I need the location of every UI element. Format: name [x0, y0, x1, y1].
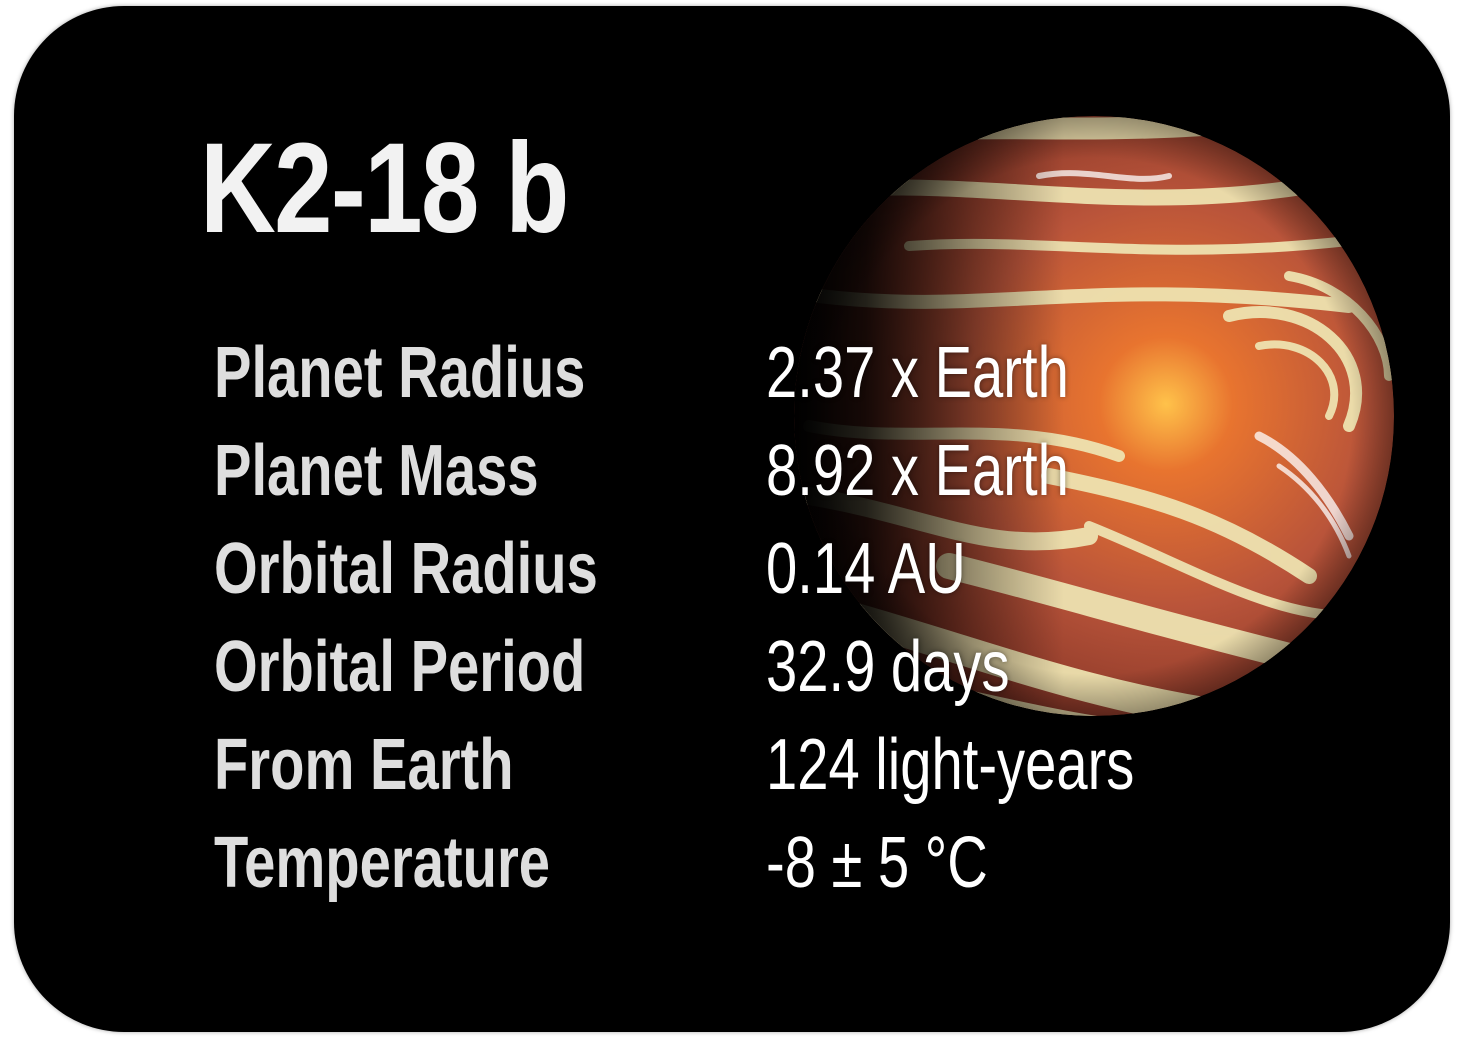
fact-row-from-earth: From Earth 124 light-years — [14, 720, 1450, 810]
fact-value: 8.92 x Earth — [766, 431, 1069, 511]
fact-value: -8 ± 5 °C — [766, 823, 988, 903]
planet-name-title: K2-18 b — [200, 117, 569, 260]
fact-row-temperature: Temperature -8 ± 5 °C — [14, 818, 1450, 908]
fact-row-planet-radius: Planet Radius 2.37 x Earth — [14, 328, 1450, 418]
fact-row-orbital-period: Orbital Period 32.9 days — [14, 622, 1450, 712]
fact-value: 0.14 AU — [766, 529, 966, 609]
fact-value: 2.37 x Earth — [766, 333, 1069, 413]
planet-info-card: K2-18 b Planet Radius 2.37 x Earth Plane… — [14, 6, 1450, 1032]
fact-label: Planet Radius — [214, 333, 586, 413]
fact-row-planet-mass: Planet Mass 8.92 x Earth — [14, 426, 1450, 516]
fact-value: 124 light-years — [766, 725, 1135, 805]
fact-label: Planet Mass — [214, 431, 539, 511]
fact-label: Orbital Radius — [214, 529, 598, 609]
fact-value: 32.9 days — [766, 627, 1010, 707]
fact-label: Temperature — [214, 823, 551, 903]
fact-row-orbital-radius: Orbital Radius 0.14 AU — [14, 524, 1450, 614]
fact-label: From Earth — [214, 725, 514, 805]
fact-label: Orbital Period — [214, 627, 586, 707]
